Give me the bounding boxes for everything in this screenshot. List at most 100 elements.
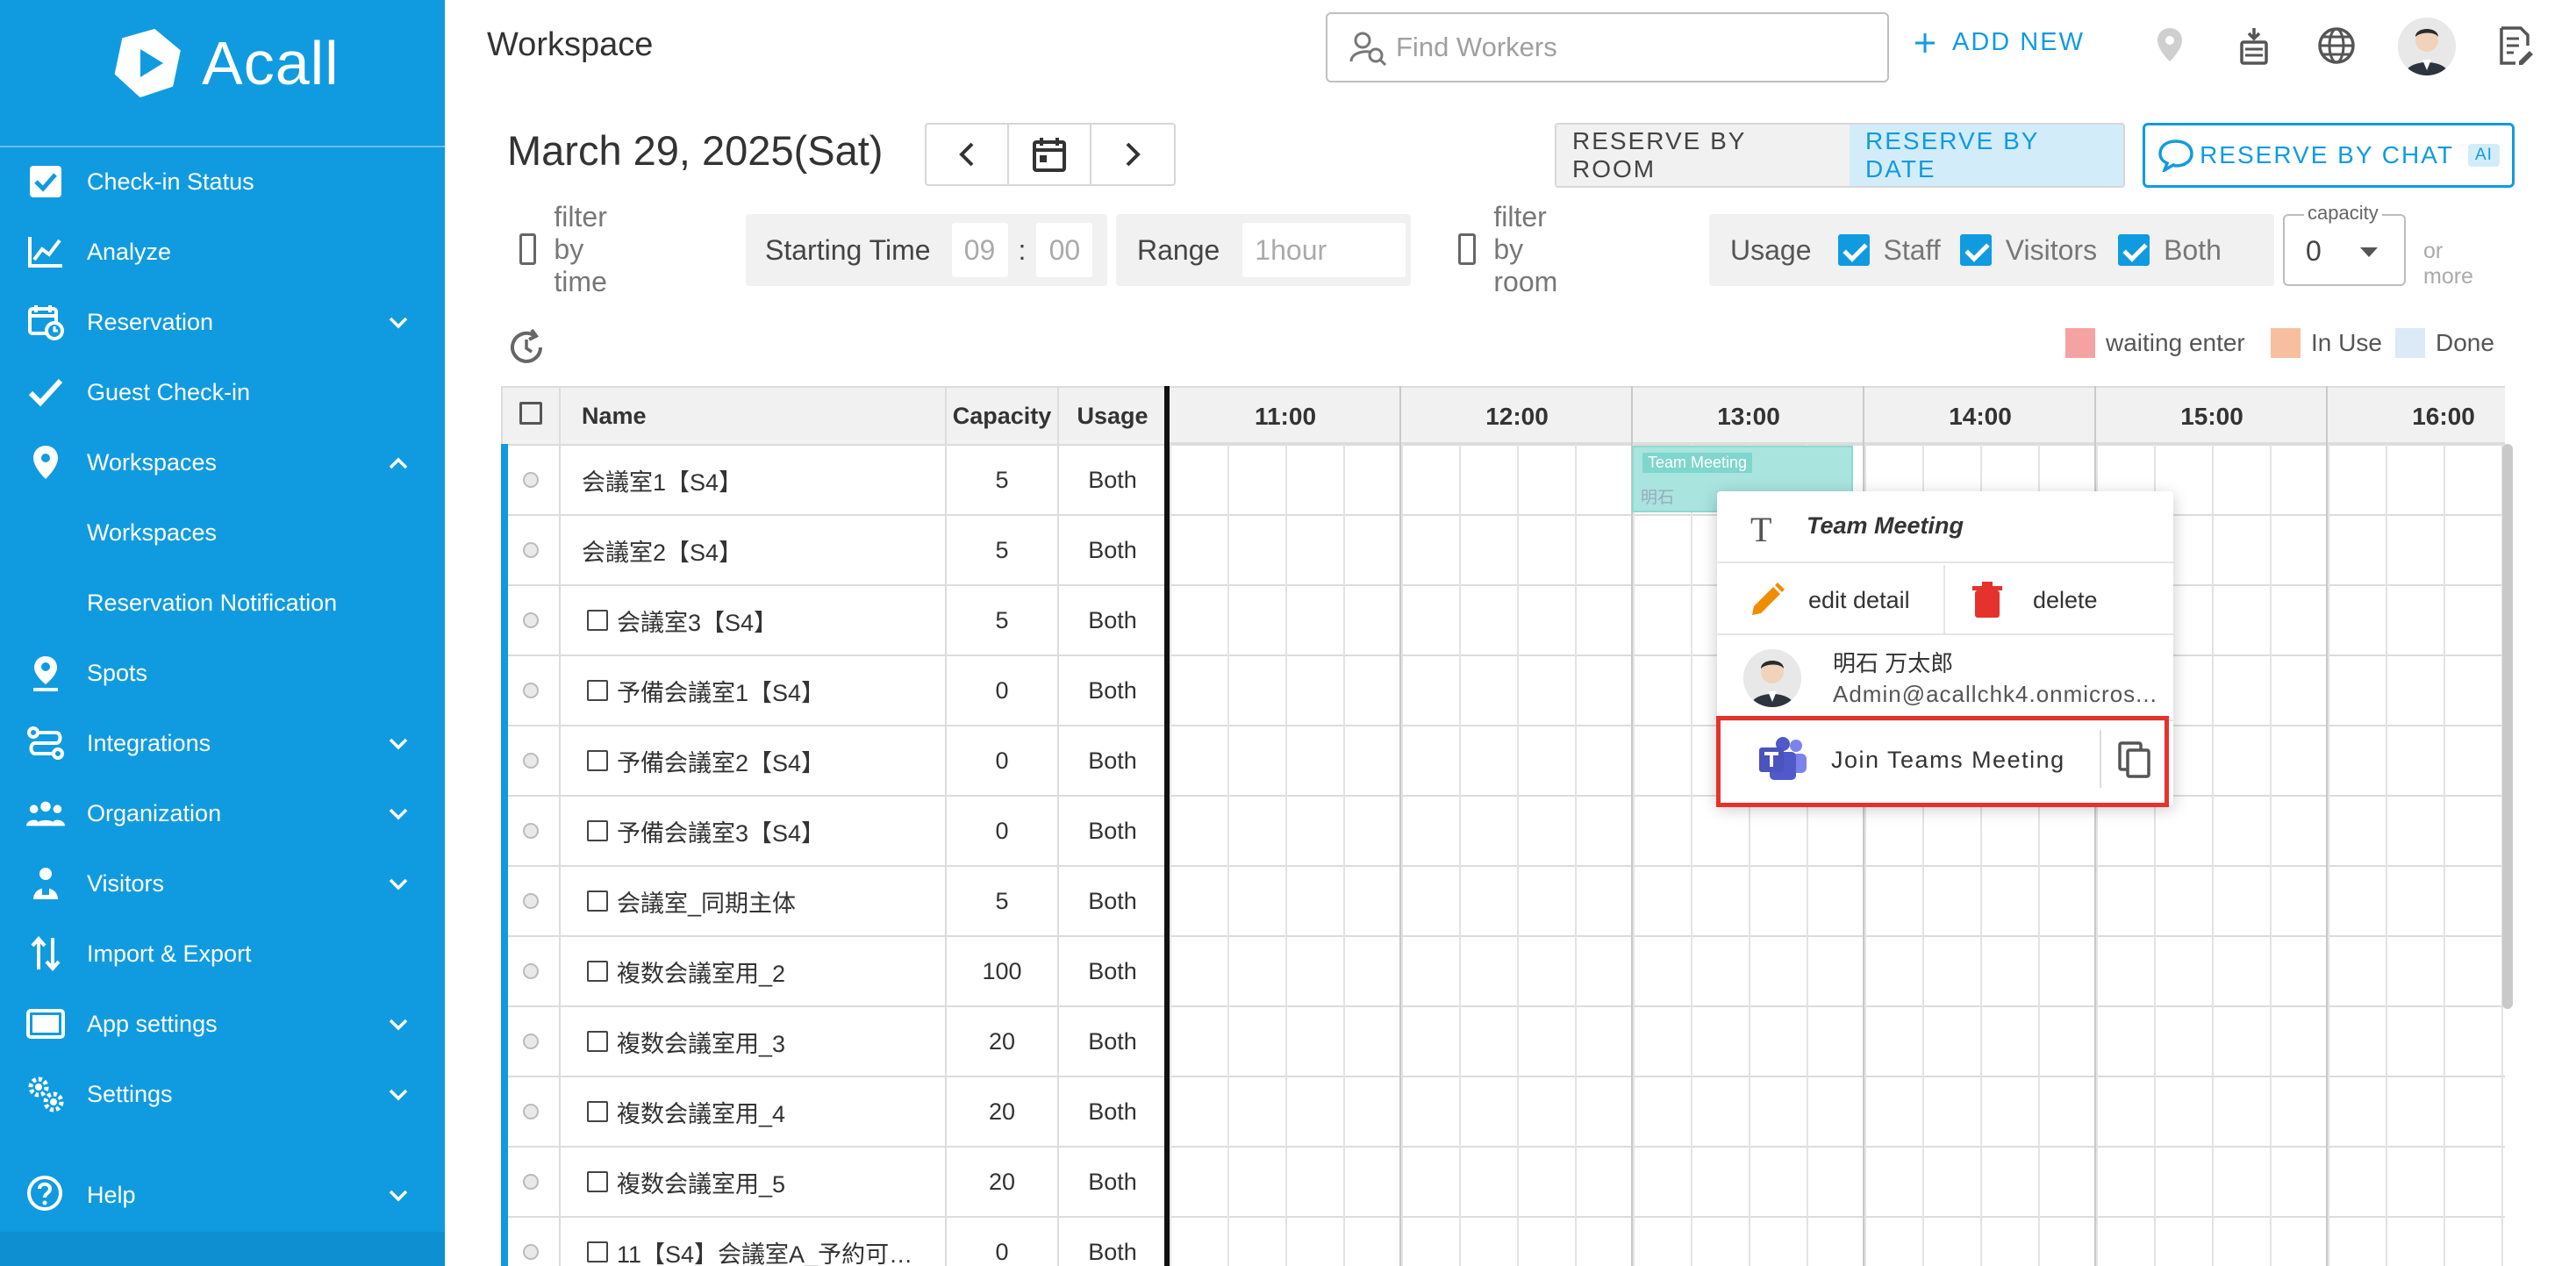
row-select-cell[interactable] — [501, 1005, 561, 1077]
sidebar-item-settings[interactable]: Settings — [0, 1059, 445, 1129]
room-checkbox[interactable] — [587, 1101, 608, 1122]
sidebar-item-check-in-status[interactable]: Check-in Status — [0, 147, 445, 217]
table-row[interactable]: 11【S4】会議室A_予約可… 0 Both — [501, 1216, 1168, 1266]
hour-label: 12:00 — [1485, 403, 1549, 430]
sidebar-collapse-bar[interactable] — [0, 1232, 445, 1266]
row-select-cell[interactable] — [501, 725, 561, 797]
edit-document-icon[interactable] — [2493, 23, 2538, 68]
sidebar-item-analyze[interactable]: Analyze — [0, 217, 445, 287]
filter-by-time-toggle[interactable]: filter by time — [519, 201, 621, 297]
table-row[interactable]: 複数会議室用_2 100 Both — [501, 935, 1168, 1007]
range-input[interactable]: 1hour — [1242, 223, 1406, 277]
table-row[interactable]: 会議室3【S4】 5 Both — [501, 584, 1168, 656]
row-select-cell[interactable] — [501, 1146, 561, 1218]
row-select-radio[interactable] — [523, 1033, 539, 1049]
room-checkbox[interactable] — [587, 1031, 608, 1052]
room-checkbox[interactable] — [587, 1241, 608, 1262]
join-meeting-highlight — [1716, 716, 2169, 807]
door-exit-icon[interactable] — [2231, 23, 2277, 68]
prev-day-button[interactable] — [927, 125, 1009, 184]
room-checkbox[interactable] — [587, 890, 608, 912]
capacity-select[interactable]: capacity 0 — [2283, 202, 2406, 286]
room-checkbox[interactable] — [587, 1171, 608, 1192]
room-checkbox[interactable] — [587, 610, 608, 631]
user-avatar[interactable] — [2398, 18, 2456, 75]
row-select-cell[interactable] — [501, 935, 561, 1007]
sidebar-item-import-export[interactable]: Import & Export — [0, 919, 445, 989]
row-select-radio[interactable] — [523, 822, 539, 839]
select-all-header[interactable] — [501, 386, 561, 446]
filter-by-room-label: filter by room — [1493, 200, 1558, 297]
table-row[interactable]: 予備会議室2【S4】 0 Both — [501, 725, 1168, 797]
filter-by-room-toggle[interactable]: filter by room — [1458, 201, 1571, 297]
search-input[interactable] — [1396, 32, 1870, 63]
start-minute-input[interactable]: 00 — [1036, 223, 1093, 277]
logo[interactable]: Acall — [109, 25, 340, 102]
calendar-button[interactable] — [1009, 125, 1091, 184]
both-checkbox[interactable] — [2118, 234, 2150, 266]
staff-checkbox[interactable] — [1837, 234, 1870, 266]
row-select-radio[interactable] — [523, 471, 539, 488]
reserve-by-room-button[interactable]: RESERVE BY ROOM — [1556, 125, 1850, 186]
row-select-cell[interactable] — [501, 1076, 561, 1148]
room-checkbox[interactable] — [587, 680, 608, 701]
table-row[interactable]: 複数会議室用_3 20 Both — [501, 1005, 1168, 1077]
room-checkbox[interactable] — [587, 820, 608, 841]
calendar-clock-icon — [26, 303, 65, 341]
search-box[interactable] — [1326, 12, 1889, 82]
table-row[interactable]: 複数会議室用_4 20 Both — [501, 1076, 1168, 1148]
row-select-cell[interactable] — [501, 514, 561, 586]
sidebar-item-organization[interactable]: Organization — [0, 778, 445, 848]
edit-detail-button[interactable]: edit detail — [1749, 565, 1910, 635]
table-row[interactable]: 予備会議室3【S4】 0 Both — [501, 795, 1168, 867]
filter-by-time-checkbox[interactable] — [519, 233, 537, 265]
filter-by-room-checkbox[interactable] — [1458, 233, 1477, 265]
row-select-radio[interactable] — [523, 892, 539, 909]
sidebar-item-help[interactable]: Help — [0, 1160, 445, 1230]
reservation-block-title: Team Meeting — [1642, 453, 1753, 473]
sidebar-item-guest-check-in[interactable]: Guest Check-in — [0, 357, 445, 427]
refresh-icon[interactable] — [507, 328, 546, 367]
next-day-button[interactable] — [1091, 125, 1174, 184]
room-name-cell: 予備会議室2【S4】 — [559, 725, 947, 797]
start-hour-input[interactable]: 09 — [951, 223, 1008, 277]
row-select-radio[interactable] — [523, 1243, 539, 1260]
location-icon[interactable] — [2147, 23, 2193, 68]
row-select-radio[interactable] — [523, 612, 539, 628]
sidebar-item-workspaces[interactable]: Workspaces — [0, 427, 445, 497]
row-select-cell[interactable] — [501, 584, 561, 656]
sidebar-item-app-settings[interactable]: App settings — [0, 989, 445, 1059]
sidebar-item-visitors[interactable]: Visitors — [0, 848, 445, 919]
sidebar-item-reservation[interactable]: Reservation — [0, 287, 445, 357]
row-select-cell[interactable] — [501, 444, 561, 516]
row-select-cell[interactable] — [501, 1216, 561, 1266]
row-select-cell[interactable] — [501, 795, 561, 867]
room-checkbox[interactable] — [587, 961, 608, 982]
table-row[interactable]: 会議室1【S4】 5 Both — [501, 444, 1168, 516]
row-select-cell[interactable] — [501, 865, 561, 937]
sidebar-item-spots[interactable]: Spots — [0, 638, 445, 708]
globe-icon[interactable] — [2314, 23, 2359, 68]
table-row[interactable]: 複数会議室用_5 20 Both — [501, 1146, 1168, 1218]
row-select-cell[interactable] — [501, 654, 561, 726]
row-select-radio[interactable] — [523, 1103, 539, 1119]
row-select-radio[interactable] — [523, 682, 539, 698]
row-select-radio[interactable] — [523, 541, 539, 558]
row-select-radio[interactable] — [523, 1173, 539, 1190]
table-row[interactable]: 会議室2【S4】 5 Both — [501, 514, 1168, 586]
visitors-checkbox[interactable] — [1959, 234, 1992, 266]
row-select-radio[interactable] — [523, 752, 539, 769]
delete-button[interactable]: delete — [1971, 565, 2098, 635]
reserve-by-chat-button[interactable]: RESERVE BY CHAT AI — [2143, 123, 2515, 188]
row-select-radio[interactable] — [523, 962, 539, 979]
sidebar-item-integrations[interactable]: Integrations — [0, 708, 445, 778]
table-row[interactable]: 会議室_同期主体 5 Both — [501, 865, 1168, 937]
table-row[interactable]: 予備会議室1【S4】 0 Both — [501, 654, 1168, 726]
room-name: 11【S4】会議室A_予約可… — [617, 1241, 913, 1266]
add-new-button[interactable]: ADD NEW — [1914, 28, 2085, 57]
reserve-by-date-button[interactable]: RESERVE BY DATE — [1850, 125, 2123, 186]
vertical-scrollbar[interactable] — [2502, 444, 2513, 1009]
room-checkbox[interactable] — [587, 750, 608, 771]
sidebar-subitem-reservation-notification[interactable]: Reservation Notification — [0, 568, 445, 638]
sidebar-subitem-workspaces[interactable]: Workspaces — [0, 497, 445, 568]
